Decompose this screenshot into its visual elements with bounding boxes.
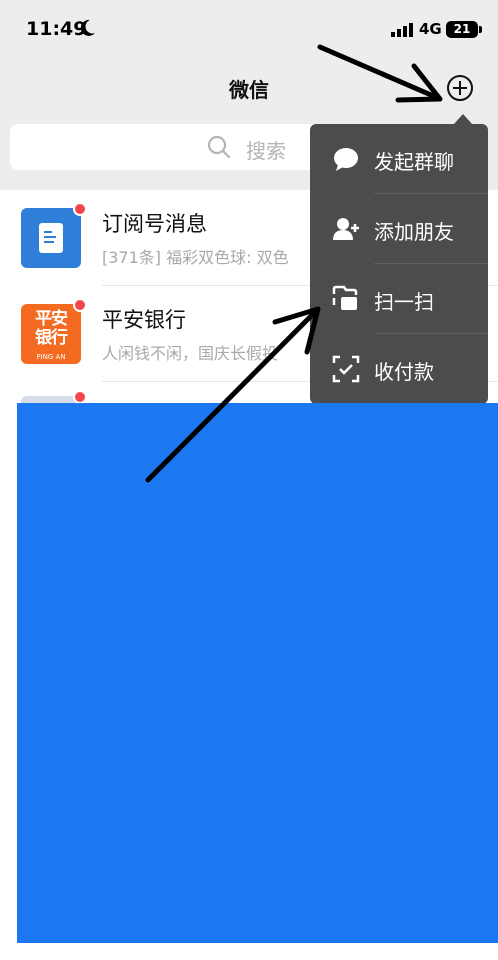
status-time: 11:49 [26, 18, 87, 40]
page-title: 微信 [229, 78, 269, 102]
subscription-avatar-icon [21, 202, 87, 268]
pingan-logo-avatar: 平安 银行 PING AN [21, 298, 87, 364]
menu-label: 收付款 [374, 360, 434, 384]
payment-icon [332, 355, 360, 383]
menu-item-payment[interactable]: 收付款 [310, 334, 488, 404]
blue-overlay-block [17, 403, 498, 943]
plus-popup-menu: 发起群聊 添加朋友 扫一扫 收付款 [310, 124, 488, 404]
scan-icon [332, 285, 358, 310]
chat-title: 平安银行 [102, 308, 186, 332]
network-type: 4G [419, 20, 442, 38]
signal-icon [391, 23, 413, 37]
status-bar: 11:49 4G 21 [0, 0, 498, 60]
menu-label: 发起群聊 [374, 150, 454, 174]
menu-item-scan[interactable]: 扫一扫 [310, 264, 488, 334]
document-icon [39, 223, 63, 253]
chat-bubble-icon [334, 148, 358, 171]
add-plus-icon[interactable] [446, 74, 474, 102]
pingan-logo-subtext: PING AN [36, 353, 66, 361]
menu-label: 添加朋友 [374, 220, 454, 244]
unread-badge [73, 390, 87, 404]
moon-icon [80, 19, 95, 36]
unread-badge [73, 202, 87, 216]
menu-item-group-chat[interactable]: 发起群聊 [310, 124, 488, 194]
menu-item-add-friend[interactable]: 添加朋友 [310, 194, 488, 264]
battery-nub [479, 26, 482, 33]
chat-preview: 人闲钱不闲，国庆长假投 [102, 344, 279, 363]
chat-preview: [371条] 福彩双色球: 双色 [102, 248, 289, 267]
search-placeholder: 搜索 [246, 139, 286, 163]
battery-indicator: 21 [446, 21, 478, 38]
menu-label: 扫一扫 [374, 290, 434, 314]
unread-badge [73, 298, 87, 312]
chat-title: 订阅号消息 [102, 212, 207, 236]
search-icon [207, 135, 231, 159]
pingan-logo-text: 平安 银行 [35, 309, 68, 348]
add-friend-icon [333, 218, 359, 240]
